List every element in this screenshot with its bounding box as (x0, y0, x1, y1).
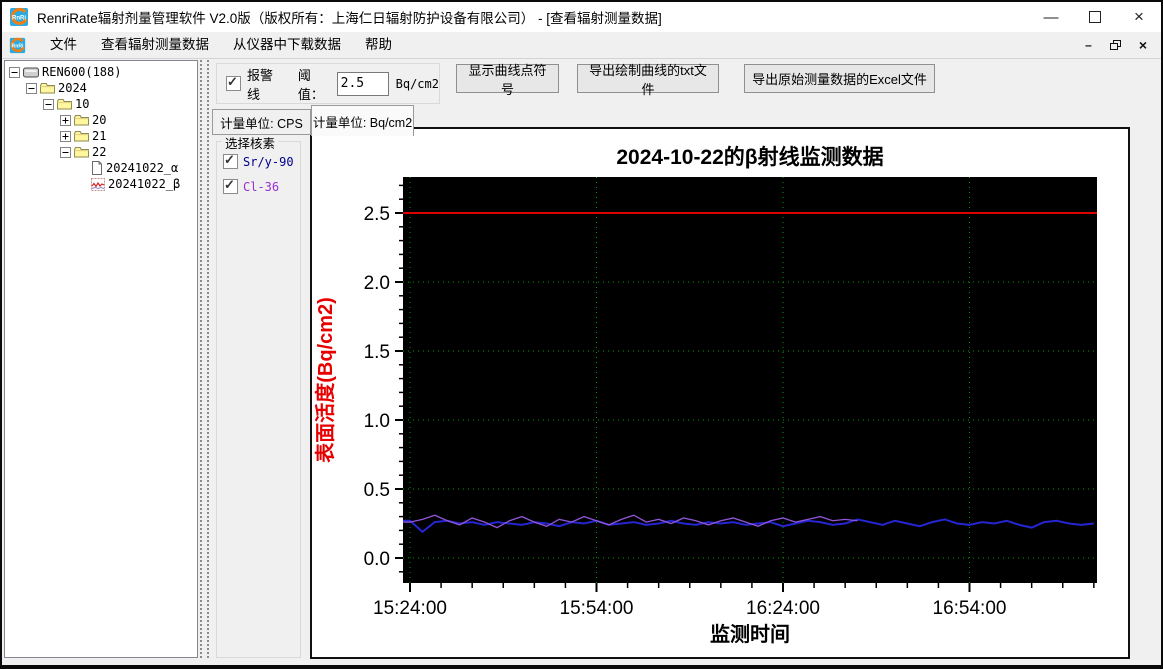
toolbar-button-1[interactable]: 导出绘制曲线的txt文件 (577, 63, 719, 97)
tab-unit-1[interactable]: 计量单位: Bq/cm2 (311, 105, 414, 136)
nuclide-option-Cl-36[interactable]: Cl-36 (223, 177, 294, 194)
minus-expander-icon[interactable] (43, 98, 54, 110)
close-button[interactable]: × (1117, 2, 1161, 32)
minus-expander-icon[interactable] (60, 146, 71, 158)
toolbar-button-2[interactable]: 导出原始测量数据的Excel文件 (744, 64, 935, 93)
y-tick-label: 1.0 (364, 411, 390, 432)
x-axis-label: 监测时间 (710, 623, 790, 646)
child-restore-button[interactable] (1109, 40, 1121, 50)
nuclide-checkbox[interactable] (223, 152, 238, 169)
toolbar-button-0[interactable]: 显示曲线点符号 (456, 63, 559, 97)
menu-item-0[interactable]: 文件 (38, 32, 89, 58)
folder-icon (74, 131, 89, 142)
tree-item-label: 20241022_β (108, 177, 181, 191)
maximize-icon (1089, 11, 1101, 23)
x-tick-label: 15:24:00 (373, 598, 447, 619)
tree-item-10[interactable]: 10 (5, 96, 197, 112)
minimize-button[interactable]: — (1029, 2, 1073, 32)
svg-text:RnRi: RnRi (12, 16, 26, 22)
tree-item-label: 22 (92, 145, 107, 159)
tree-item-label: 20 (92, 113, 107, 127)
threshold-input[interactable] (336, 71, 389, 96)
child-window-controls: – × (1085, 37, 1161, 53)
y-axis-label: 表面活度(Bq/cm2) (313, 297, 337, 463)
tree-item-label: 2024 (58, 81, 87, 95)
alarm-line-checkbox[interactable] (226, 74, 241, 91)
tree-item-22[interactable]: 22 (5, 144, 197, 160)
menu-item-3[interactable]: 帮助 (353, 32, 404, 58)
y-tick-label: 2.0 (364, 273, 390, 294)
chart-panel: 2024-10-22的β射线监测数据 0.0 0.5 1.0 1.5 2.0 2.5 15:2… (310, 127, 1130, 659)
document-icon (92, 161, 102, 175)
folder-icon (74, 147, 89, 158)
tab-unit-0[interactable]: 计量单位: CPS (212, 109, 311, 135)
nuclide-label: Sr/y-90 (243, 154, 294, 169)
tree-item-20241022_-[interactable]: 20241022_α (5, 160, 197, 176)
maximize-button[interactable] (1073, 2, 1117, 32)
threshold-label: 阈值： (297, 67, 324, 102)
app-logo-icon: RnRi (10, 7, 28, 26)
alarm-line-label: 报警线 (247, 67, 274, 102)
tree-item-REN600-188-[interactable]: REN600(188) (5, 64, 197, 80)
svg-text:RnRi: RnRi (12, 43, 24, 49)
title-bar: RnRi RenriRate辐射剂量管理软件 V2.0版（版权所有：上海仁日辐射… (2, 2, 1161, 33)
threshold-unit-label: Bq/cm2 (395, 76, 439, 91)
child-minimize-button[interactable]: – (1085, 38, 1092, 52)
nuclide-group-title: 选择核素 (222, 133, 279, 152)
tree-item-label: 21 (92, 129, 107, 143)
app-window: RnRi RenriRate辐射剂量管理软件 V2.0版（版权所有：上海仁日辐射… (0, 0, 1163, 669)
menu-item-2[interactable]: 从仪器中下载数据 (221, 32, 353, 58)
y-tick-label: 1.5 (364, 342, 390, 363)
folder-icon (74, 115, 89, 126)
tree-item-21[interactable]: 21 (5, 128, 197, 144)
restore-icon (1109, 40, 1121, 50)
monitoring-chart: 2024-10-22的β射线监测数据 0.0 0.5 1.0 1.5 2.0 2.5 15:2… (313, 145, 1097, 646)
tree-item-20[interactable]: 20 (5, 112, 197, 128)
y-tick-label: 0.5 (364, 480, 390, 501)
tree-item-20241022_-[interactable]: 20241022_β (5, 176, 197, 192)
alarm-line-group: 报警线 阈值： Bq/cm2 (216, 63, 440, 104)
tree-item-label: 10 (75, 97, 90, 111)
tree-item-label: 20241022_α (106, 161, 179, 175)
x-tick-label: 16:54:00 (933, 598, 1007, 619)
panel-splitter[interactable] (200, 60, 209, 658)
menu-item-1[interactable]: 查看辐射测量数据 (89, 32, 221, 58)
window-controls: — × (1029, 2, 1161, 32)
nuclide-list: Sr/y-90 Cl-36 (223, 152, 294, 194)
plus-expander-icon[interactable] (60, 114, 71, 126)
chart-file-icon (91, 177, 105, 191)
nuclide-checkbox[interactable] (223, 177, 238, 194)
tree-item-2024[interactable]: 2024 (5, 80, 197, 96)
nuclide-option-Sr-y-90[interactable]: Sr/y-90 (223, 152, 294, 169)
child-window-icon: RnRi (9, 37, 26, 53)
chart-title: 2024-10-22的β射线监测数据 (616, 145, 883, 169)
minus-expander-icon[interactable] (26, 82, 37, 94)
menu-items: 文件 查看辐射测量数据 从仪器中下载数据 帮助 (38, 32, 404, 58)
x-tick-label: 15:54:00 (560, 598, 634, 619)
y-tick-label: 0.0 (364, 549, 390, 570)
minus-expander-icon[interactable] (9, 66, 20, 78)
nuclide-label: Cl-36 (243, 179, 280, 194)
window-title: RenriRate辐射剂量管理软件 V2.0版（版权所有：上海仁日辐射防护设备有… (37, 11, 662, 26)
folder-icon (40, 83, 55, 94)
y-tick-label: 2.5 (364, 204, 390, 225)
plus-expander-icon[interactable] (60, 130, 71, 142)
device-icon (23, 67, 39, 77)
tree-item-label: REN600(188) (42, 65, 122, 79)
folder-icon (57, 99, 72, 110)
menu-bar: RnRi 文件 查看辐射测量数据 从仪器中下载数据 帮助 – × (2, 32, 1161, 59)
child-close-button[interactable]: × (1139, 37, 1147, 53)
nuclide-select-group: 选择核素 Sr/y-90 Cl-36 (216, 133, 301, 658)
device-tree-panel: REN600(188) 2024 10 20 21 22 20241022_α 2024102… (4, 60, 198, 658)
x-tick-label: 16:24:00 (746, 598, 820, 619)
